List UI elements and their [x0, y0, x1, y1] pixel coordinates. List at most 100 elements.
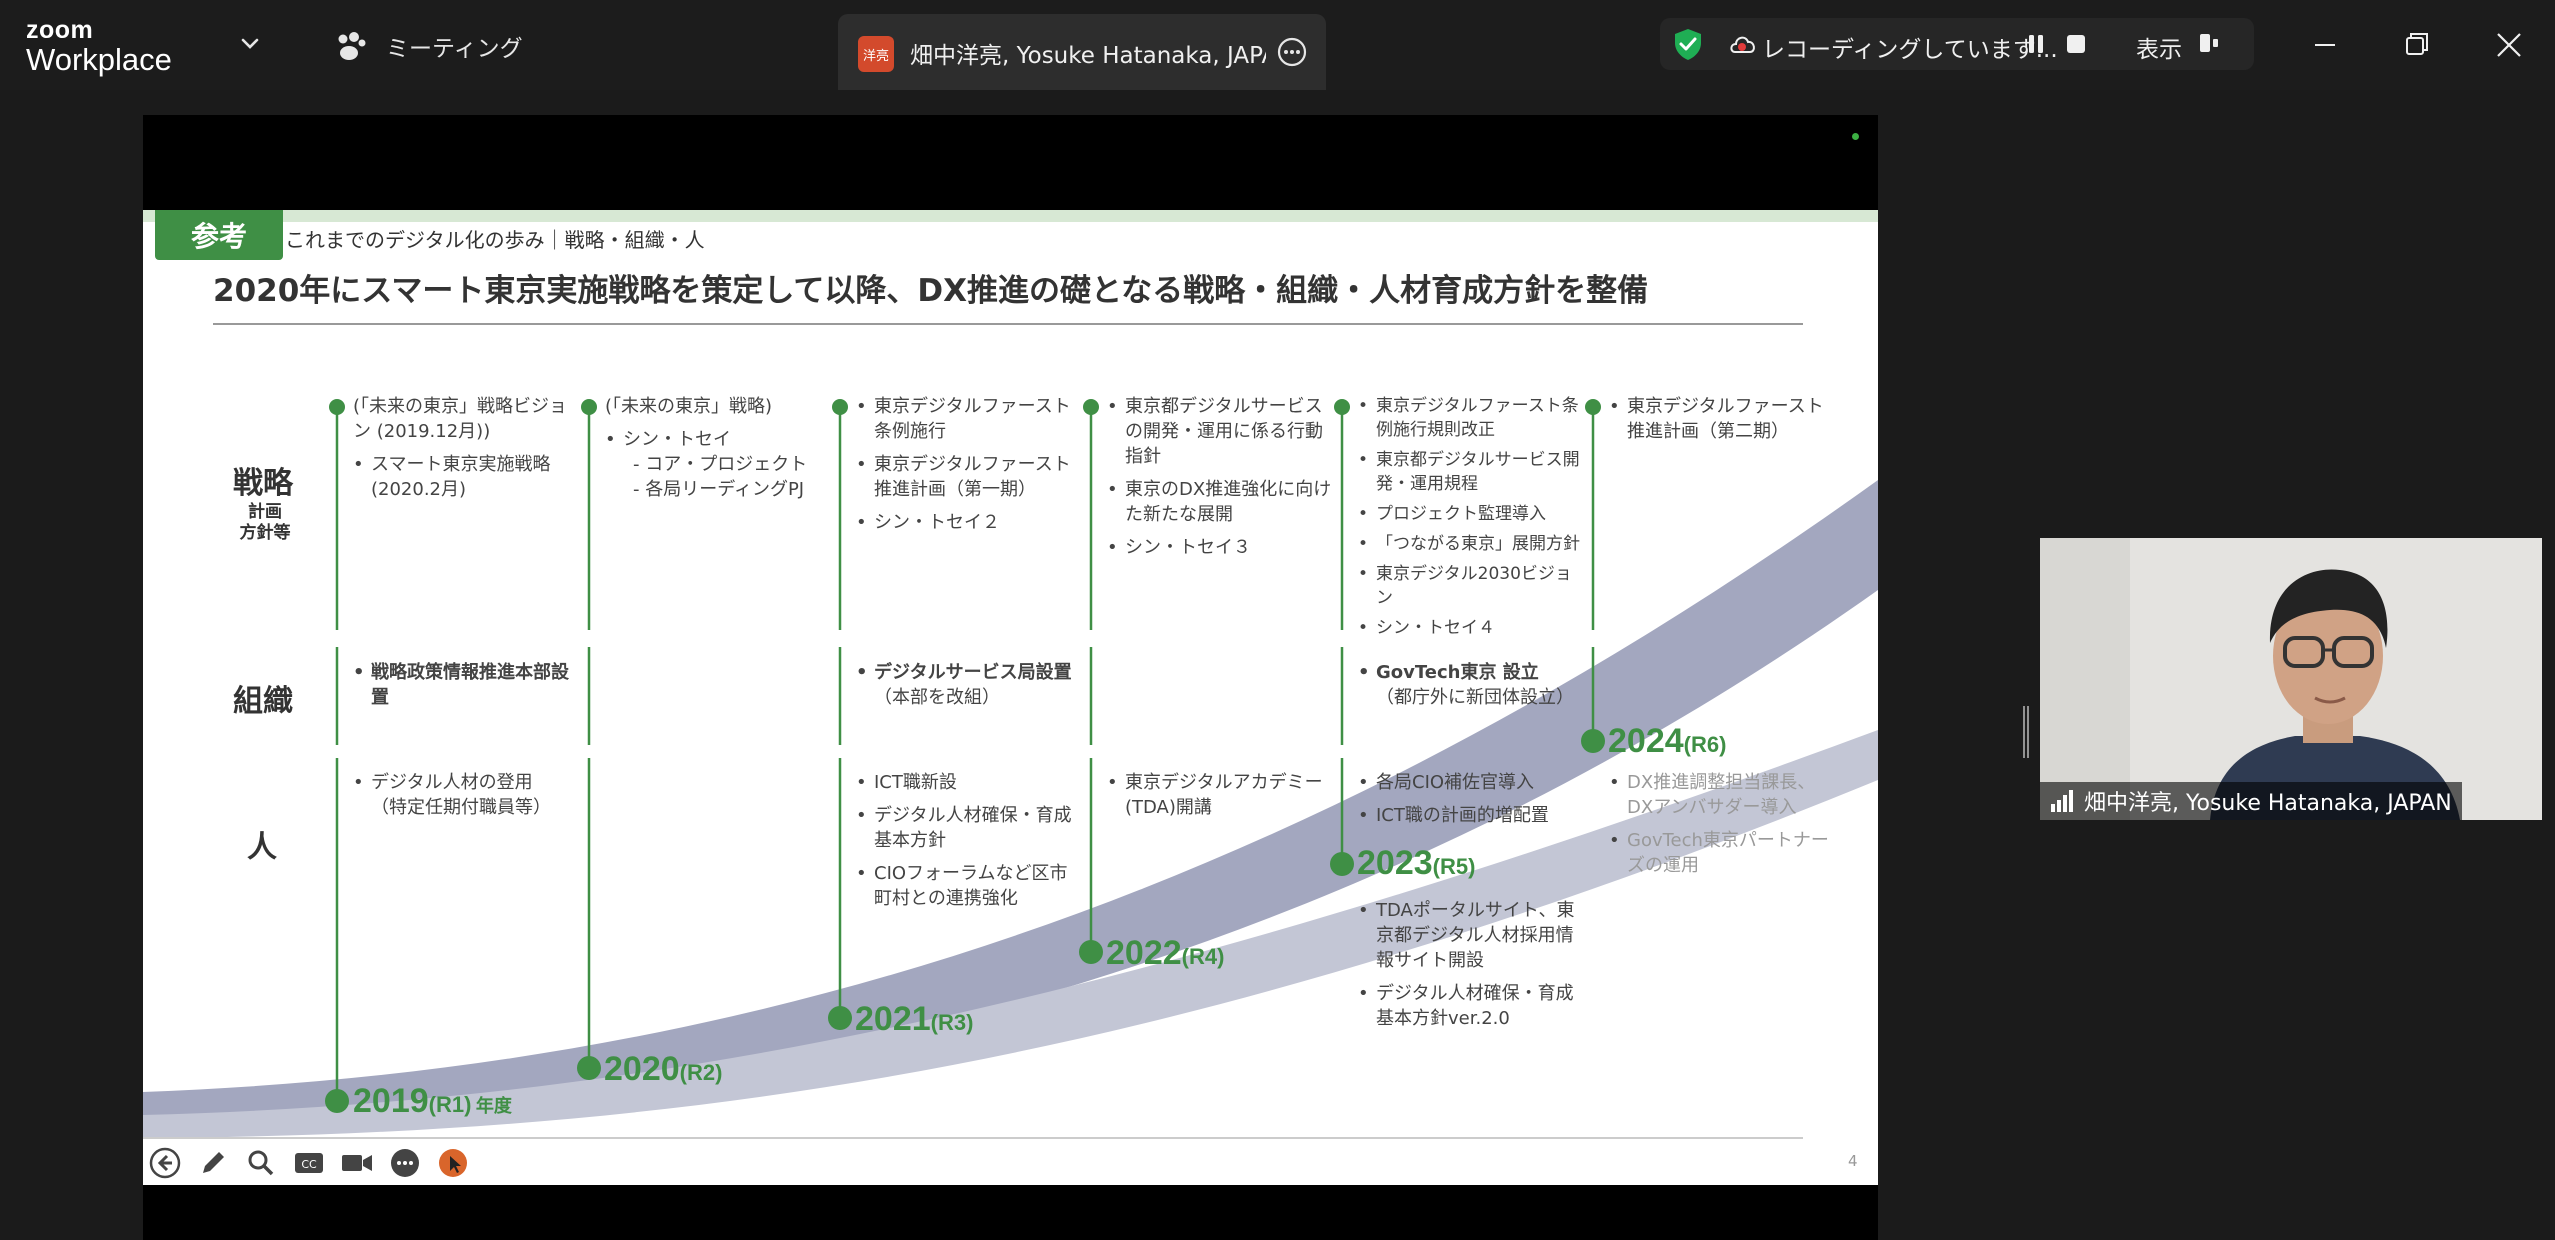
list-item: 「つながる東京」展開方針: [1358, 532, 1583, 556]
camera-icon[interactable]: [340, 1146, 374, 1180]
list-item: CIOフォーラムなど区市町村との連携強化: [856, 861, 1081, 911]
svg-text:CC: CC: [301, 1158, 317, 1171]
list-item: 東京都デジタルサービス開発・運用規程: [1358, 448, 1583, 496]
cloud-record-icon: [1730, 36, 1755, 53]
list-item: プロジェクト監理導入: [1358, 502, 1583, 526]
pointer-icon[interactable]: [436, 1146, 470, 1180]
list-item: 東京都デジタルサービスの開発・運用に係る行動指針: [1107, 394, 1332, 469]
strategy-2021: 東京デジタルファースト条例施行 東京デジタルファースト推進計画（第一期） シン・…: [856, 394, 1081, 543]
list-item: シン・トセイ２: [856, 510, 1081, 535]
participant-video-tile[interactable]: 畑中洋亮, Yosuke Hatanaka, JAPAN: [2040, 538, 2542, 820]
participant-name: 畑中洋亮, Yosuke Hatanaka, JAPAN: [2084, 791, 2452, 816]
ellipsis-icon[interactable]: [388, 1146, 422, 1180]
list-item: 東京のDX推進強化に向けた新たな展開: [1107, 477, 1332, 527]
era-2019: (R1): [428, 1092, 472, 1117]
era-2023: (R5): [1432, 854, 1476, 879]
pause-icon[interactable]: [2024, 32, 2048, 56]
list-item: デジタルサービス局設置: [856, 660, 1081, 685]
logo-zoom-text: zoom: [26, 16, 94, 44]
paw-icon: [338, 32, 366, 60]
list-item: - 各局リーディングPJ: [633, 479, 805, 500]
restore-icon[interactable]: [2394, 22, 2440, 68]
people-2022: 東京デジタルアカデミー(TDA)開講: [1107, 770, 1332, 828]
list-item: 戦略政策情報推進本部設置: [353, 660, 578, 710]
year-label-2021: 2021(R3): [855, 1000, 973, 1039]
recording-text: レコーディングしています...: [1762, 37, 2058, 63]
list-item: GovTech東京パートナーズの運用: [1609, 828, 1834, 878]
view-icon[interactable]: [2196, 30, 2222, 56]
people-2019: デジタル人材の登用 （特定任期付職員等）: [353, 770, 578, 828]
participant-name-label: 畑中洋亮, Yosuke Hatanaka, JAPAN: [2040, 782, 2462, 820]
year-label-2020: 2020(R2): [604, 1050, 722, 1089]
list-item: （本部を改組）: [874, 687, 1000, 708]
search-icon[interactable]: [244, 1146, 278, 1180]
year-2022: 2022: [1106, 934, 1182, 972]
tab-avatar: 洋亮: [858, 36, 894, 72]
list-item: 東京デジタルファースト推進計画（第二期）: [1609, 394, 1834, 444]
slide-toolbar: CC: [148, 1146, 470, 1180]
list-item: 東京デジタル2030ビジョン: [1358, 562, 1583, 610]
list-item: - コア・プロジェクト: [633, 454, 808, 475]
people-2023a: 各局CIO補佐官導入 ICT職の計画的増配置: [1358, 770, 1583, 836]
year-2021: 2021: [855, 1000, 931, 1038]
list-item: 東京デジタルアカデミー(TDA)開講: [1107, 770, 1332, 820]
tab-title: 畑中洋亮, Yosuke Hatanaka, JAPA: [910, 43, 1266, 69]
year-2019: 2019: [353, 1082, 429, 1120]
panel-resize-handle[interactable]: [2022, 706, 2030, 758]
list-item: デジタル人材確保・育成基本方針ver.2.0: [1358, 981, 1583, 1031]
strategy-2019: (「未来の東京」戦略ビジョン (2019.12月)) スマート東京実施戦略 (2…: [353, 394, 578, 510]
list-item: シン・トセイ: [605, 427, 830, 452]
year-2024: 2024: [1608, 722, 1684, 760]
close-icon[interactable]: [2486, 22, 2532, 68]
year-label-2019: 2019(R1) 年度: [353, 1082, 512, 1121]
list-item: DX推進調整担当課長、DXアンバサダー導入: [1609, 770, 1834, 820]
org-2021: デジタルサービス局設置 （本部を改組）: [856, 660, 1081, 718]
meeting-menu-button[interactable]: ミーティング: [334, 28, 523, 64]
list-item: (「未来の東京」戦略): [605, 396, 773, 417]
list-item: GovTech東京 設立: [1358, 660, 1583, 685]
org-2019: 戦略政策情報推進本部設置: [353, 660, 578, 718]
pen-icon[interactable]: [196, 1146, 230, 1180]
list-item: ICT職新設: [856, 770, 1081, 795]
shield-check-icon[interactable]: [1670, 26, 1706, 62]
back-arrow-icon[interactable]: [148, 1146, 182, 1180]
slide-page-number: 4: [1848, 1152, 1858, 1170]
recording-status-pill: レコーディングしています... 表示: [1660, 18, 2254, 70]
era-2022: (R4): [1181, 944, 1225, 969]
list-item: TDAポータルサイト、東京都デジタル人材採用情報サイト開設: [1358, 898, 1583, 973]
title-bar: zoom Workplace ミーティング 洋亮 畑中洋亮, Yosuke Ha…: [0, 0, 2555, 90]
active-tab[interactable]: 洋亮 畑中洋亮, Yosuke Hatanaka, JAPA: [838, 14, 1326, 90]
list-item: 各局CIO補佐官導入: [1358, 770, 1583, 795]
view-button-label[interactable]: 表示: [2136, 30, 2182, 64]
chevron-down-icon[interactable]: [238, 34, 262, 54]
list-item: ICT職の計画的増配置: [1358, 803, 1583, 828]
meeting-label: ミーティング: [386, 36, 523, 62]
era-2021: (R3): [930, 1010, 974, 1035]
list-item: シン・トセイ４: [1358, 616, 1583, 640]
year-label-2024: 2024(R6): [1608, 722, 1726, 761]
list-item: 東京デジタルファースト推進計画（第一期）: [856, 452, 1081, 502]
cc-icon[interactable]: CC: [292, 1146, 326, 1180]
list-item: （特定任期付職員等）: [371, 797, 551, 818]
list-item: （都庁外に新団体設立）: [1376, 687, 1574, 708]
year-2023: 2023: [1357, 844, 1433, 882]
logo-workplace-text: Workplace: [26, 42, 172, 77]
list-item: 東京デジタルファースト条例施行: [856, 394, 1081, 444]
minimize-icon[interactable]: [2302, 22, 2348, 68]
list-item: デジタル人材確保・育成基本方針: [856, 803, 1081, 853]
list-item: シン・トセイ３: [1107, 535, 1332, 560]
year-2020: 2020: [604, 1050, 680, 1088]
people-2023b: TDAポータルサイト、東京都デジタル人材採用情報サイト開設 デジタル人材確保・育…: [1358, 898, 1583, 1039]
more-icon[interactable]: [1276, 36, 1308, 68]
era-2020: (R2): [679, 1060, 723, 1085]
era-2024: (R6): [1683, 732, 1727, 757]
list-item: (「未来の東京」戦略ビジョン (2019.12月)): [353, 396, 568, 442]
list-item: スマート東京実施戦略 (2020.2月): [353, 452, 578, 502]
stop-icon[interactable]: [2064, 32, 2088, 56]
signal-icon: [2051, 790, 2073, 812]
strategy-2024: 東京デジタルファースト推進計画（第二期）: [1609, 394, 1834, 452]
year-label-2022: 2022(R4): [1106, 934, 1224, 973]
strategy-2022: 東京都デジタルサービスの開発・運用に係る行動指針 東京のDX推進強化に向けた新た…: [1107, 394, 1332, 568]
nendo-suffix: 年度: [475, 1096, 512, 1116]
active-indicator: [1852, 133, 1859, 140]
